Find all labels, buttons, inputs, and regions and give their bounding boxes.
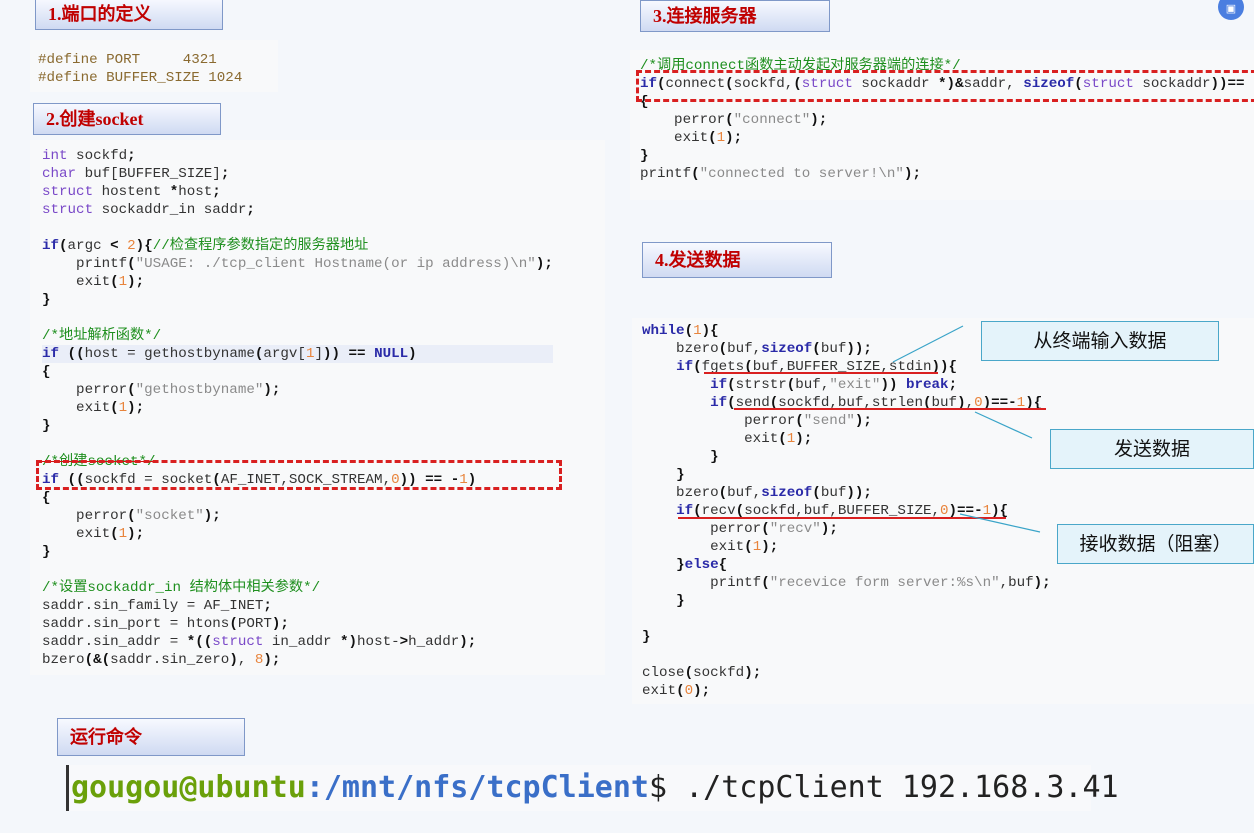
code-line: perror("send"); xyxy=(642,413,872,429)
code-line: } xyxy=(42,418,51,434)
code-line: /*地址解析函数*/ xyxy=(42,328,162,344)
fgets-underline xyxy=(704,372,938,374)
code-line: } xyxy=(42,544,51,560)
code-line: exit(0); xyxy=(642,683,711,699)
code-line: exit(1); xyxy=(642,539,779,555)
code-line: #define PORT 4321 xyxy=(38,52,217,68)
code-line: bzero(&(saddr.sin_zero), 8); xyxy=(42,652,281,668)
code-line: close(sockfd); xyxy=(642,665,762,681)
code-line: exit(1); xyxy=(42,274,145,290)
code-line: { xyxy=(42,364,51,380)
code-line: /*设置sockaddr_in 结构体中相关参数*/ xyxy=(42,580,321,596)
code-line: perror("connect"); xyxy=(640,112,828,128)
annotation-send-data: 发送数据 xyxy=(1050,429,1254,469)
code-block-send: while(1){ bzero(buf,sizeof(buf)); if(fge… xyxy=(642,322,1051,700)
code-line: { xyxy=(42,490,51,506)
terminal-user: gougou@ubuntu xyxy=(71,770,306,805)
code-line: printf("USAGE: ./tcp_client Hostname(or … xyxy=(42,256,553,272)
code-line: } xyxy=(676,467,685,483)
code-line: printf("connected to server!\n"); xyxy=(640,166,921,182)
code-line: if(argc < 2){//检查程序参数指定的服务器地址 xyxy=(42,238,369,254)
annotation-receive-data: 接收数据（阻塞） xyxy=(1057,524,1254,564)
code-line: saddr.sin_port = htons(PORT); xyxy=(42,616,289,632)
terminal-command-line: gougou@ubuntu:/mnt/nfs/tcpClient$ ./tcpC… xyxy=(66,765,1119,811)
code-line: #define BUFFER_SIZE 1024 xyxy=(38,70,243,86)
section-title-create-socket: 2.创建socket xyxy=(33,103,221,135)
code-line: char buf[BUFFER_SIZE]; xyxy=(42,166,230,182)
code-line: perror("recv"); xyxy=(642,521,838,537)
badge-icon: ▣ xyxy=(1218,0,1244,20)
terminal-command: ./tcpClient 192.168.3.41 xyxy=(667,770,1119,805)
send-underline xyxy=(734,408,1046,410)
code-line: if ((host = gethostbyname(argv[1])) == N… xyxy=(42,345,553,363)
terminal-prompt: $ xyxy=(648,770,668,805)
code-block-port: #define PORT 4321 #define BUFFER_SIZE 102… xyxy=(38,51,242,87)
code-line: } xyxy=(42,292,51,308)
code-line: exit(1); xyxy=(42,400,145,416)
section-title-connect-server: 3.连接服务器 xyxy=(640,0,830,32)
code-line: struct sockaddr_in saddr; xyxy=(42,202,255,218)
code-line: } xyxy=(710,449,719,465)
code-line: saddr.sin_family = AF_INET; xyxy=(42,598,272,614)
code-line: perror("gethostbyname"); xyxy=(42,382,281,398)
code-line: exit(1); xyxy=(642,431,813,447)
annotation-terminal-input: 从终端输入数据 xyxy=(981,321,1219,361)
code-line: int sockfd; xyxy=(42,148,136,164)
code-line: exit(1); xyxy=(640,130,743,146)
section-title-send-data: 4.发送数据 xyxy=(642,242,832,278)
recv-underline xyxy=(678,517,1006,519)
code-line: exit(1); xyxy=(42,526,145,542)
socket-call-highlight xyxy=(36,460,562,490)
section-title-port-definition: 1.端口的定义 xyxy=(35,0,223,30)
code-line: printf("recevice form server:%s\n",buf); xyxy=(642,575,1051,591)
code-line: bzero(buf,sizeof(buf)); xyxy=(642,485,872,501)
code-line: saddr.sin_addr = *((struct in_addr *)hos… xyxy=(42,634,477,650)
section-title-run-command: 运行命令 xyxy=(57,718,245,756)
code-block-socket: int sockfd; char buf[BUFFER_SIZE];struct … xyxy=(42,147,553,669)
connect-call-highlight xyxy=(636,70,1254,102)
code-line: } xyxy=(676,593,685,609)
code-line: perror("socket"); xyxy=(42,508,221,524)
code-line: struct hostent *host; xyxy=(42,184,221,200)
code-line: if(strstr(buf,"exit")) break; xyxy=(710,377,958,393)
code-line: } xyxy=(640,148,649,164)
code-line: }else{ xyxy=(676,557,728,573)
terminal-path: :/mnt/nfs/tcpClient xyxy=(305,770,649,805)
code-line: } xyxy=(642,629,651,645)
